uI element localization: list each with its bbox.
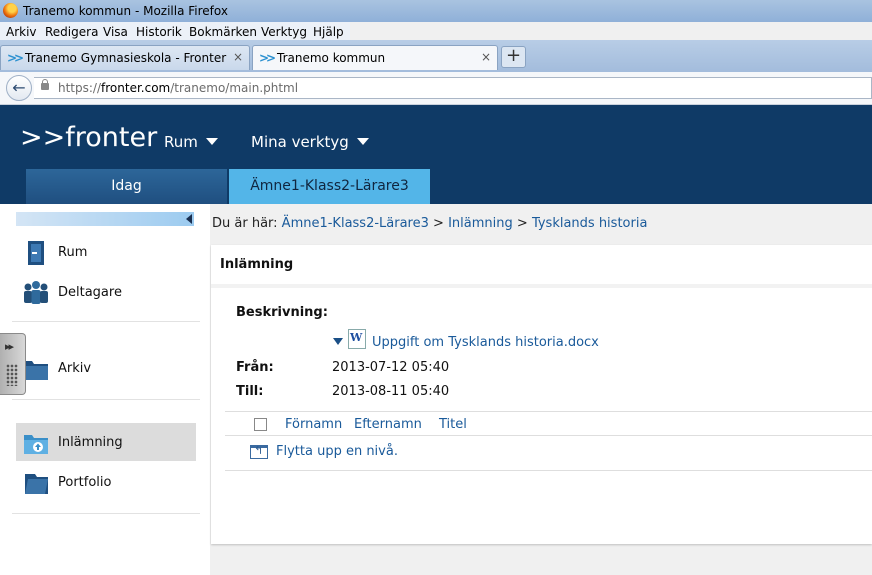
close-icon[interactable]: ×: [481, 50, 491, 64]
browser-tab-gymnasieskola[interactable]: >> Tranemo Gymnasieskola - Fronter ×: [0, 45, 250, 70]
people-icon: [24, 281, 48, 304]
panel-separator: [211, 284, 872, 288]
to-value: 2013-08-11 05:40: [332, 384, 450, 399]
browser-tab-label: Tranemo Gymnasieskola - Fronter: [25, 51, 227, 65]
sidebar-item-label: Arkiv: [58, 361, 92, 376]
menu-bokmarken[interactable]: Bokmärken: [189, 25, 257, 39]
menu-visa[interactable]: Visa: [103, 25, 128, 39]
url-bar[interactable]: https://fronter.com/tranemo/main.phtml: [34, 77, 872, 99]
submission-panel: Inlämning Beskrivning: W Uppgift om Tysk…: [211, 245, 872, 544]
move-up-level-link[interactable]: Flytta upp en nivå.: [276, 444, 398, 459]
fronter-favicon-icon: >>: [259, 51, 276, 65]
menu-verktyg[interactable]: Verktyg: [261, 25, 307, 39]
breadcrumb-prefix: Du är här:: [212, 216, 278, 231]
back-button[interactable]: ←: [6, 75, 32, 101]
from-value: 2013-07-12 05:40: [332, 360, 450, 375]
firefox-logo-icon: [3, 3, 18, 18]
window-titlebar: Tranemo kommun - Mozilla Firefox: [0, 0, 872, 22]
panel-title: Inlämning: [220, 257, 294, 272]
sidebar-divider: [12, 513, 200, 514]
caret-down-icon: [356, 138, 369, 145]
sidebar-item-deltagare[interactable]: Deltagare: [16, 273, 196, 311]
new-tab-button[interactable]: +: [501, 46, 526, 68]
window-title: Tranemo kommun - Mozilla Firefox: [23, 4, 228, 18]
double-chevron-right-icon: ▸▸: [5, 340, 14, 353]
url-text: https://fronter.com/tranemo/main.phtml: [58, 81, 299, 95]
grip-dots-icon: [6, 364, 18, 386]
upload-folder-icon: [24, 435, 48, 454]
browser-tab-label: Tranemo kommun: [277, 51, 386, 65]
column-header-efternamn[interactable]: Efternamn: [354, 417, 422, 432]
caret-down-icon: [205, 138, 218, 145]
sidebar-item-label: Rum: [58, 245, 88, 260]
lock-icon: [41, 79, 49, 90]
sidebar: Rum Deltagare Arkiv Inlämning Portfolio: [0, 204, 210, 575]
browser-tab-tranemo-kommun[interactable]: >> Tranemo kommun ×: [252, 45, 498, 70]
sidebar-item-arkiv[interactable]: Arkiv: [16, 349, 196, 387]
portfolio-icon: [25, 474, 48, 494]
close-icon[interactable]: ×: [233, 50, 243, 64]
door-icon: [28, 241, 44, 265]
breadcrumb-separator: >: [433, 216, 444, 231]
sidebar-item-label: Portfolio: [58, 475, 112, 490]
column-header-fornamn[interactable]: Förnamn: [285, 417, 342, 432]
sidebar-item-inlamning[interactable]: Inlämning: [16, 423, 196, 461]
menu-rum-label: Rum: [164, 133, 198, 151]
menu-redigera[interactable]: Redigera: [45, 25, 98, 39]
fronter-favicon-icon: >>: [7, 51, 24, 65]
from-label: Från:: [236, 360, 274, 375]
arrow-left-icon: ←: [12, 78, 26, 97]
triangle-left-icon: [186, 214, 192, 224]
table-top-border: [225, 411, 872, 412]
tools-panel-handle[interactable]: ▸▸: [0, 333, 26, 395]
attachment-link[interactable]: Uppgift om Tysklands historia.docx: [372, 335, 599, 350]
fronter-logo[interactable]: >>fronter: [20, 122, 157, 153]
breadcrumb: Du är här: Ämne1-Klass2-Lärare3 > Inlämn…: [212, 216, 647, 231]
browser-tabstrip: >> Tranemo Gymnasieskola - Fronter × >> …: [0, 40, 872, 72]
sidebar-collapse-bar[interactable]: [16, 212, 194, 226]
tab-idag[interactable]: Idag: [26, 169, 227, 204]
table-bottom-border: [225, 470, 872, 471]
breadcrumb-link-amne[interactable]: Ämne1-Klass2-Lärare3: [282, 216, 429, 231]
word-document-icon: W: [348, 329, 366, 349]
menu-rum[interactable]: Rum: [164, 133, 218, 151]
folder-icon: [24, 361, 48, 380]
select-all-checkbox[interactable]: [254, 418, 267, 431]
navigation-bar: ← https://fronter.com/tranemo/main.phtml: [0, 72, 872, 105]
to-label: Till:: [236, 384, 264, 399]
sidebar-item-rum[interactable]: Rum: [16, 233, 196, 271]
menubar: Arkiv Redigera Visa Historik Bokmärken V…: [0, 22, 350, 40]
breadcrumb-separator: >: [516, 216, 528, 231]
fronter-header: >>fronter Rum Mina verktyg Idag Ämne1-Kl…: [0, 105, 872, 204]
menu-arkiv[interactable]: Arkiv: [6, 25, 37, 39]
breadcrumb-link-tysklands-historia[interactable]: Tysklands historia: [532, 216, 647, 231]
sidebar-divider: [12, 321, 200, 322]
sidebar-divider: [12, 399, 200, 400]
folder-up-icon[interactable]: [250, 444, 268, 459]
description-label: Beskrivning:: [236, 305, 328, 320]
menu-historik[interactable]: Historik: [136, 25, 182, 39]
sidebar-item-label: Deltagare: [58, 285, 122, 300]
column-header-titel[interactable]: Titel: [439, 417, 467, 432]
menu-mina-verktyg[interactable]: Mina verktyg: [251, 133, 369, 151]
triangle-down-icon[interactable]: [333, 338, 343, 345]
tab-amne1-klass2-larare3[interactable]: Ämne1-Klass2-Lärare3: [229, 169, 430, 204]
table-header-border: [225, 435, 872, 436]
menu-hjalp[interactable]: Hjälp: [313, 25, 344, 39]
sidebar-item-label: Inlämning: [58, 435, 123, 450]
breadcrumb-link-inlamning[interactable]: Inlämning: [448, 216, 513, 231]
menu-mina-verktyg-label: Mina verktyg: [251, 133, 349, 151]
sidebar-item-portfolio[interactable]: Portfolio: [16, 463, 196, 501]
